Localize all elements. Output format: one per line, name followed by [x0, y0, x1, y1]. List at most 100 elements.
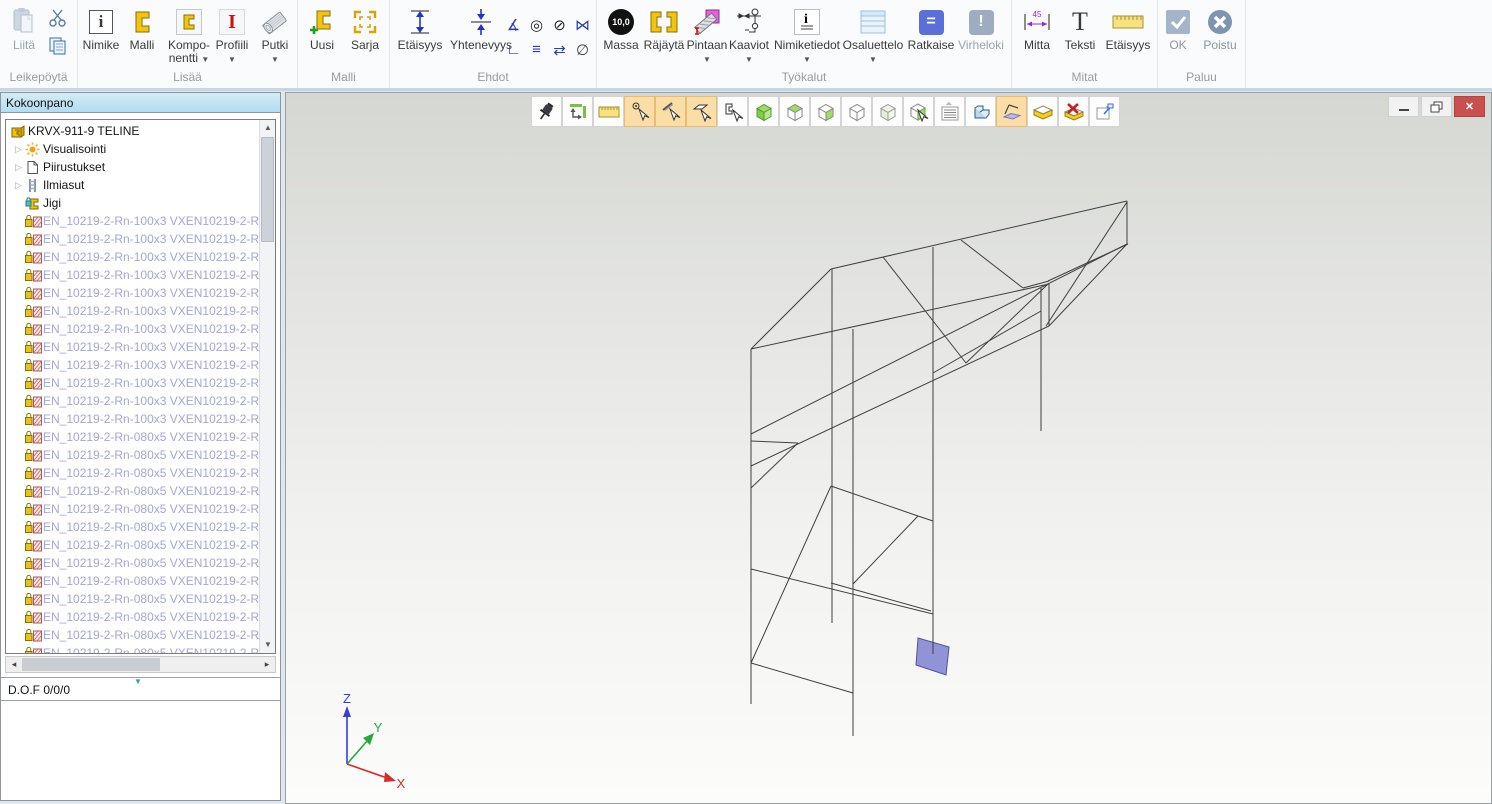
view-face-right-button[interactable] — [810, 96, 841, 127]
constraint-none-icon[interactable]: ∅ — [571, 37, 594, 62]
tree-item[interactable]: EN_10219-2-Rn-100x3 VXEN10219-2-Rn-1 — [6, 266, 259, 284]
expander-icon[interactable]: ▷ — [12, 144, 25, 155]
tree-item[interactable]: EN_10219-2-Rn-100x3 VXEN10219-2-Rn-1 — [6, 338, 259, 356]
nimike-button[interactable]: i Nimike — [80, 5, 122, 52]
constraint-perpendicular-icon[interactable]: ∟ — [502, 37, 525, 62]
sarja-button[interactable]: Sarja — [344, 5, 386, 52]
tree-item[interactable]: EN_10219-2-Rn-080x5 VXEN10219-2-Rn-0 — [6, 608, 259, 626]
expander-icon[interactable]: ▷ — [12, 162, 25, 173]
work-plane-button[interactable] — [996, 96, 1027, 127]
refit-button[interactable] — [562, 96, 593, 127]
view-shaded-button[interactable] — [872, 96, 903, 127]
tree-item[interactable]: EN_10219-2-Rn-080x5 VXEN10219-2-Rn-0 — [6, 482, 259, 500]
putki-button[interactable]: Putki▼ — [254, 5, 296, 65]
tree-item[interactable]: EN_10219-2-Rn-080x5 VXEN10219-2-Rn-0 — [6, 554, 259, 572]
constraint-angle-icon[interactable]: ∡ — [502, 12, 525, 37]
ok-button[interactable]: OK — [1160, 5, 1196, 52]
mitta-button[interactable]: 45 Mitta — [1016, 5, 1058, 52]
tree-item[interactable]: EN_10219-2-Rn-100x3 VXEN10219-2-Rn-1 — [6, 410, 259, 428]
tree-item[interactable]: EN_10219-2-Rn-100x3 VXEN10219-2-Rn-1 — [6, 248, 259, 266]
slab-delete-button[interactable] — [1058, 96, 1089, 127]
paste-button[interactable]: Liitä — [4, 5, 44, 52]
paste-icon — [4, 5, 44, 39]
osaluettelo-button[interactable]: Osaluettelo▼ — [840, 5, 906, 65]
nimiketiedot-button[interactable]: i Nimiketiedot▼ — [773, 5, 841, 65]
view-solid-button[interactable] — [748, 96, 779, 127]
tree-item[interactable]: EN_10219-2-Rn-080x5 VXEN10219-2-Rn-0 — [6, 446, 259, 464]
massa-button[interactable]: 10,0 Massa — [599, 5, 643, 52]
tree-item[interactable]: ▷Visualisointi — [6, 140, 259, 158]
slab-button[interactable] — [1027, 96, 1058, 127]
tree-item[interactable]: EN_10219-2-Rn-080x5 VXEN10219-2-Rn-0 — [6, 536, 259, 554]
profiili-button[interactable]: I Profiili▼ — [210, 5, 254, 65]
cut-button[interactable] — [48, 8, 68, 33]
teksti-button[interactable]: T Teksti — [1059, 5, 1101, 52]
scroll-up-arrow[interactable]: ▲ — [260, 120, 276, 136]
tree-item[interactable]: Jigi — [6, 194, 259, 212]
tree-item[interactable]: EN_10219-2-Rn-080x5 VXEN10219-2-Rn-0 — [6, 518, 259, 536]
kaaviot-button[interactable]: Kaaviot▼ — [727, 5, 771, 65]
tree-item[interactable]: EN_10219-2-Rn-100x3 VXEN10219-2-Rn-1 — [6, 284, 259, 302]
new-view-button[interactable] — [1089, 96, 1120, 127]
tree-item[interactable]: EN_10219-2-Rn-080x5 VXEN10219-2-Rn-0 — [6, 572, 259, 590]
constraint-symmetry-icon[interactable]: ⋈ — [571, 12, 594, 37]
tree-item[interactable]: EN_10219-2-Rn-100x3 VXEN10219-2-Rn-1 — [6, 392, 259, 410]
etaisyys-measure-button[interactable]: Etäisyys — [1102, 5, 1154, 52]
display-list-button[interactable] — [934, 96, 965, 127]
tree-item[interactable]: EN_10219-2-Rn-100x3 VXEN10219-2-Rn-1 — [6, 356, 259, 374]
copy-button[interactable] — [48, 36, 68, 61]
tree-item[interactable]: ▷Piirustukset — [6, 158, 259, 176]
tree-item[interactable]: EN_10219-2-Rn-100x3 VXEN10219-2-Rn-1 — [6, 230, 259, 248]
tree-item[interactable]: EN_10219-2-Rn-080x5 VXEN10219-2-Rn-0 — [6, 626, 259, 644]
uusi-button[interactable]: Uusi — [302, 5, 342, 52]
tree-item[interactable]: EN_10219-2-Rn-100x3 VXEN10219-2-Rn-1 — [6, 302, 259, 320]
etaisyys-constraint-button[interactable]: Etäisyys — [392, 5, 448, 52]
tree-item[interactable]: EN_10219-2-Rn-080x5 VXEN10219-2-Rn-0 — [6, 590, 259, 608]
horizontal-scroll-thumb[interactable] — [22, 658, 160, 671]
snap-face-button[interactable] — [686, 96, 717, 127]
scroll-down-arrow[interactable]: ▼ — [260, 637, 276, 653]
restore-button[interactable] — [1421, 96, 1452, 117]
tree-item[interactable]: EN_10219-2-Rn-080x5 VXEN10219-2-Rn-0 — [6, 428, 259, 446]
tree-vertical-scrollbar[interactable]: ▲ ▼ — [259, 120, 275, 653]
virheloki-button[interactable]: ! Virheloki — [955, 5, 1007, 52]
snap-edge-button[interactable] — [655, 96, 686, 127]
tree-item[interactable]: EN_10219-2-Rn-100x3 VXEN10219-2-Rn-1 — [6, 320, 259, 338]
snap-point-button[interactable] — [624, 96, 655, 127]
view-face-top-button[interactable] — [779, 96, 810, 127]
malli-button[interactable]: Malli — [122, 5, 162, 52]
measure-button[interactable] — [593, 96, 624, 127]
pin-button[interactable] — [531, 96, 562, 127]
section-tool-button[interactable] — [965, 96, 996, 127]
constraint-equal-icon[interactable]: ⇄ — [548, 37, 571, 62]
wireframe-edge — [966, 284, 1048, 363]
tree-item[interactable]: EN_10219-2-Rn-080x5 VXEN10219-2-Rn-0 — [6, 464, 259, 482]
rajayta-button[interactable]: Räjäytä — [641, 5, 687, 52]
tree-item[interactable]: ▷Ilmiasut — [6, 176, 259, 194]
scroll-left-arrow[interactable]: ◂ — [6, 657, 22, 672]
model-wireframe[interactable]: ZYX — [286, 93, 1492, 804]
view-box-button[interactable] — [841, 96, 872, 127]
tree-item[interactable]: EN_10219-2-Rn-100x3 VXEN10219-2-Rn-1 — [6, 212, 259, 230]
tree-item[interactable]: EN_10219-2-Rn-100x3 VXEN10219-2-Rn-1 — [6, 374, 259, 392]
minimize-button[interactable] — [1388, 96, 1419, 117]
close-button[interactable]: ✕ — [1454, 96, 1485, 117]
pintaan-button[interactable]: Pintaan▼ — [685, 5, 729, 65]
tree-item[interactable]: KRVX-911-9 TELINE — [6, 122, 259, 140]
expander-icon[interactable]: ▷ — [12, 180, 25, 191]
scroll-right-arrow[interactable]: ▸ — [259, 657, 275, 672]
tree-item[interactable]: EN_10219-2-Rn-080x5 VXEN10219-2-Rn-0 — [6, 644, 259, 654]
ratkaise-button[interactable]: = Ratkaise — [907, 5, 955, 52]
poistu-button[interactable]: Poistu — [1198, 5, 1242, 52]
select-body-button[interactable] — [903, 96, 934, 127]
tree-item[interactable]: EN_10219-2-Rn-080x5 VXEN10219-2-Rn-0 — [6, 500, 259, 518]
constraint-parallel-icon[interactable]: ≡ — [525, 37, 548, 62]
model-viewport[interactable]: ZYX ✕ — [285, 92, 1492, 804]
komponentti-button[interactable]: Kompo-nentti ▼ — [164, 5, 214, 65]
select-profile-button[interactable] — [717, 96, 748, 127]
vertical-scroll-thumb[interactable] — [261, 137, 274, 242]
tree-horizontal-scrollbar[interactable]: ◂ ▸ — [5, 656, 276, 673]
constraint-tangent-icon[interactable]: ⊘ — [548, 12, 571, 37]
splitter-handle-icon[interactable]: ▼ — [134, 677, 142, 686]
constraint-concentric-icon[interactable]: ◎ — [525, 12, 548, 37]
